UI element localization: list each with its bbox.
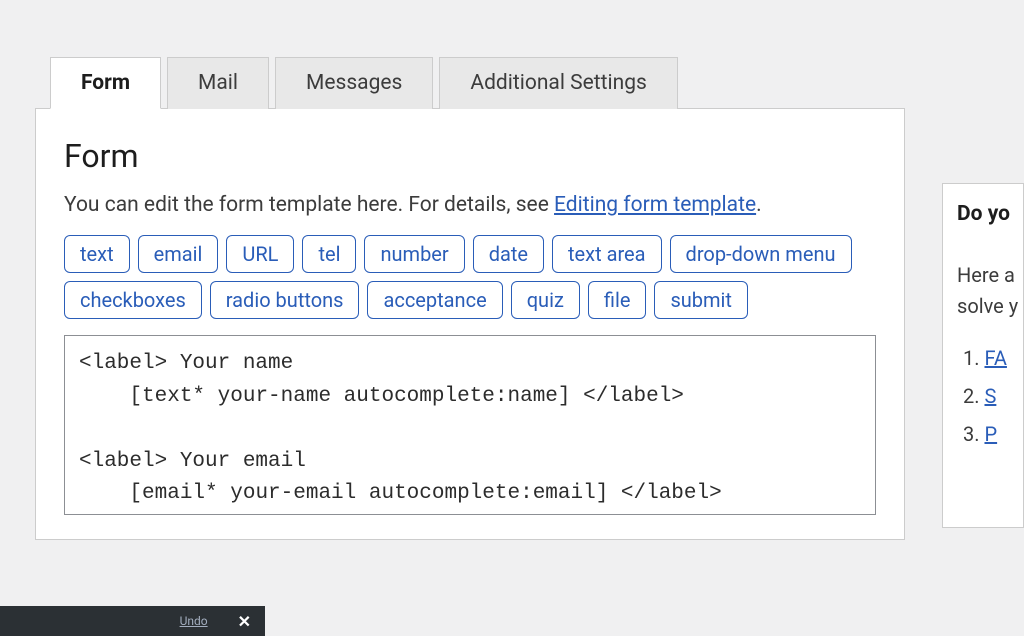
tag-file-button[interactable]: file: [588, 281, 647, 319]
tab-list: Form Mail Messages Additional Settings: [50, 57, 905, 109]
tag-url-button[interactable]: URL: [226, 235, 294, 273]
tag-button-row: text email URL tel number date text area…: [64, 235, 876, 319]
tag-date-button[interactable]: date: [473, 235, 544, 273]
help-link-3[interactable]: P: [984, 422, 997, 446]
help-heading: Do yo: [957, 202, 1009, 226]
desc-suffix: .: [756, 193, 762, 217]
sidebar: Do yo Here a solve y FA S P: [942, 57, 1024, 636]
form-panel: Form You can edit the form template here…: [35, 108, 905, 540]
editing-template-link[interactable]: Editing form template: [554, 193, 756, 217]
help-link-1[interactable]: FA: [984, 346, 1006, 370]
undo-link[interactable]: Undo: [180, 614, 208, 628]
panel-heading: Form: [64, 137, 876, 175]
tab-additional-settings[interactable]: Additional Settings: [439, 57, 677, 109]
close-icon[interactable]: ✕: [238, 612, 251, 631]
tag-quiz-button[interactable]: quiz: [511, 281, 580, 319]
tag-textarea-button[interactable]: text area: [552, 235, 662, 273]
help-item-3: P: [963, 422, 1009, 446]
tag-tel-button[interactable]: tel: [302, 235, 356, 273]
tag-checkboxes-button[interactable]: checkboxes: [64, 281, 202, 319]
help-list: FA S P: [957, 346, 1009, 446]
tag-dropdown-button[interactable]: drop-down menu: [670, 235, 852, 273]
bottom-toast: Undo ✕: [0, 606, 265, 636]
help-para: Here a solve y: [957, 260, 1009, 322]
help-item-1: FA: [963, 346, 1009, 370]
tab-mail[interactable]: Mail: [167, 57, 269, 109]
tag-acceptance-button[interactable]: acceptance: [367, 281, 502, 319]
tab-form[interactable]: Form: [50, 57, 161, 109]
tab-messages[interactable]: Messages: [275, 57, 433, 109]
help-box: Do yo Here a solve y FA S P: [942, 183, 1024, 528]
desc-text: You can edit the form template here. For…: [64, 193, 554, 217]
form-template-textarea[interactable]: [64, 335, 876, 515]
help-link-2[interactable]: S: [984, 384, 996, 408]
tag-email-button[interactable]: email: [138, 235, 219, 273]
tag-radio-button[interactable]: radio buttons: [210, 281, 360, 319]
help-item-2: S: [963, 384, 1009, 408]
tag-text-button[interactable]: text: [64, 235, 130, 273]
tag-number-button[interactable]: number: [364, 235, 464, 273]
panel-description: You can edit the form template here. For…: [64, 193, 876, 217]
tag-submit-button[interactable]: submit: [654, 281, 748, 319]
